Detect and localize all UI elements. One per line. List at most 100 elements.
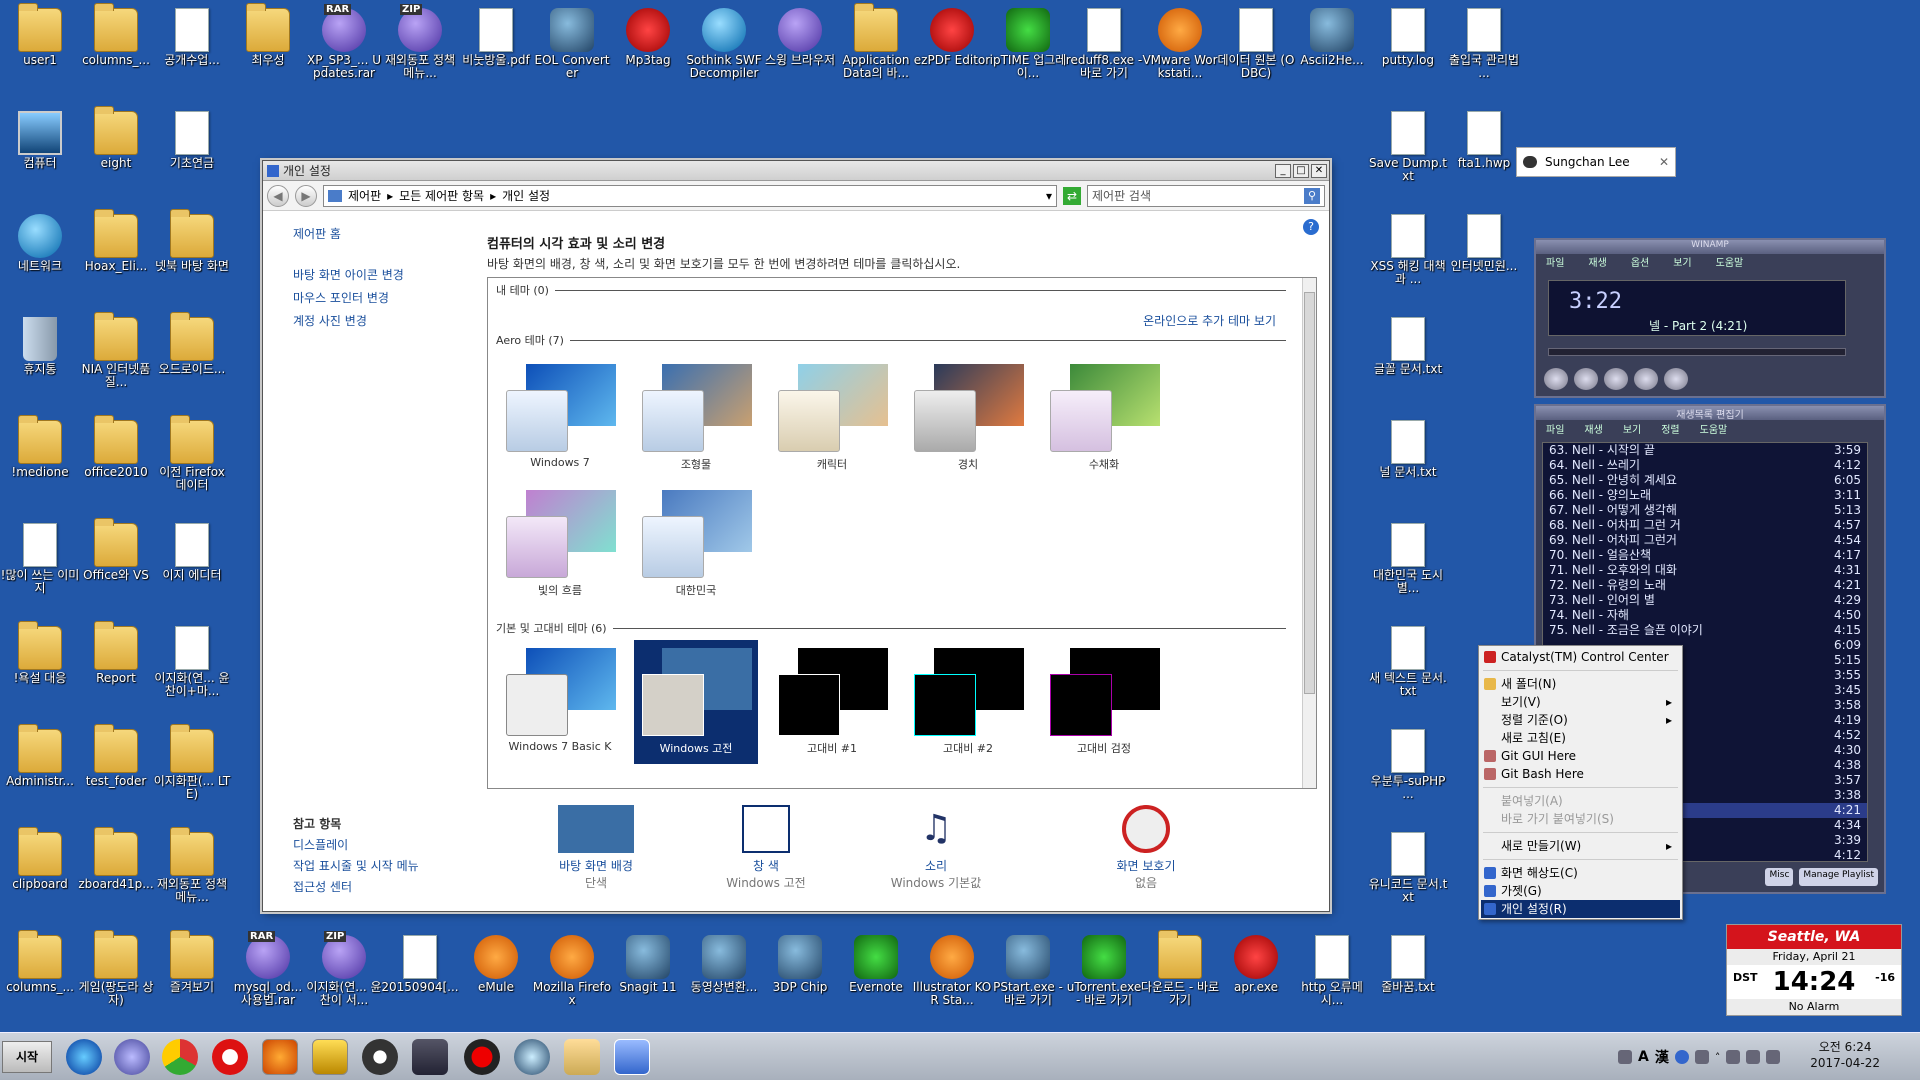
desktop-icon[interactable]: PStart.exe - 바로 가기 — [988, 927, 1068, 1027]
maximize-button[interactable]: □ — [1293, 163, 1309, 178]
desktop-icon[interactable]: 비눗방울.pdf — [456, 0, 536, 100]
desktop-icon[interactable]: !욕설 대응 — [0, 618, 80, 718]
desktop-icon[interactable]: 이지화판(... LTE) — [152, 721, 232, 821]
network-tray-icon[interactable] — [1618, 1050, 1632, 1064]
see-also-display[interactable]: 디스플레이 — [293, 836, 463, 853]
manage-playlist-button[interactable]: Manage Playlist — [1799, 868, 1878, 886]
pause-icon[interactable] — [1604, 368, 1628, 390]
sidebar-link-mouse-pointer[interactable]: 마우스 포인터 변경 — [293, 289, 453, 306]
playlist-menu-item[interactable]: 정렬 — [1661, 421, 1679, 436]
ime-hanja[interactable]: 漢 — [1655, 1047, 1669, 1067]
theme-windows7-basic[interactable]: Windows 7 Basic K — [498, 644, 622, 756]
playlist-row[interactable]: 66. Nell - 양의노래 3:11 — [1543, 488, 1867, 503]
playlist-menu-item[interactable]: 파일 — [1546, 421, 1564, 436]
opera-icon[interactable] — [212, 1039, 248, 1075]
desktop-icon[interactable]: 기초연금 — [152, 103, 232, 203]
theme-windows-classic[interactable]: Windows 고전 — [634, 640, 758, 764]
desktop-icon[interactable]: NIA 인터넷품질... — [76, 309, 156, 409]
desktop-icon[interactable]: 재외동포 정책 메뉴... — [380, 0, 460, 100]
desktop-icon[interactable]: 이지 에디터 — [152, 515, 232, 615]
desktop-icon[interactable]: 3DP Chip — [760, 927, 840, 1027]
chrome-icon[interactable] — [162, 1039, 198, 1075]
control-panel-home-link[interactable]: 제어판 홈 — [293, 225, 453, 242]
theme-architecture[interactable]: 조형물 — [634, 360, 758, 472]
desktop-icon[interactable]: Evernote — [836, 927, 916, 1027]
desktop-icon[interactable]: 데이터 원본 (ODBC) — [1216, 0, 1296, 100]
desktop-icon[interactable]: 오드로이드... — [152, 309, 232, 409]
ime-language[interactable]: A — [1638, 1049, 1649, 1065]
desktop-icon[interactable]: eMule — [456, 927, 536, 1027]
misc-button[interactable]: Misc — [1765, 868, 1794, 886]
tray-icon[interactable] — [1746, 1050, 1761, 1064]
desktop-icon[interactable]: Application Data의 바... — [836, 0, 916, 100]
desktop-icon[interactable]: columns_... — [76, 0, 156, 100]
playlist-row[interactable]: 71. Nell - 오후와의 대화 4:31 — [1543, 563, 1867, 578]
desktop-icon[interactable]: Mp3tag — [608, 0, 688, 100]
playlist-row[interactable]: 73. Nell - 인어의 별 4:29 — [1543, 593, 1867, 608]
theme-characters[interactable]: 캐릭터 — [770, 360, 894, 472]
close-button[interactable]: ✕ — [1311, 163, 1327, 178]
stop-icon[interactable] — [1634, 368, 1658, 390]
desktop-icon[interactable]: zboard41p... — [76, 824, 156, 924]
desktop-icon[interactable]: 스윙 브라우저 — [760, 0, 840, 100]
help-icon[interactable]: ? — [1303, 219, 1319, 235]
sidebar-link-account-picture[interactable]: 계정 사진 변경 — [293, 312, 453, 329]
theme-high-contrast-2[interactable]: 고대비 #2 — [906, 644, 1030, 756]
desktop-icon[interactable]: ipTIME 업그레이... — [988, 0, 1068, 100]
desktop-icon[interactable]: !medione — [0, 412, 80, 512]
app-icon[interactable] — [412, 1039, 448, 1075]
sounds-button[interactable]: ♫ 소리 Windows 기본값 — [861, 805, 1011, 891]
tray-icon[interactable] — [1726, 1050, 1741, 1064]
chat-notification[interactable]: Sungchan Lee ✕ — [1516, 147, 1676, 177]
desktop-icon[interactable]: 유니코드 문서.txt — [1368, 824, 1448, 924]
online-themes-link[interactable]: 온라인으로 추가 테마 보기 — [1143, 312, 1276, 329]
control-panel-icon[interactable] — [614, 1039, 650, 1075]
desktop-icon[interactable]: 출입국 관리법 ... — [1444, 0, 1524, 100]
back-button[interactable]: ◀ — [267, 184, 289, 207]
minimize-button[interactable]: _ — [1275, 163, 1291, 178]
winamp-icon[interactable] — [312, 1039, 348, 1075]
desktop-icon[interactable]: 휴지통 — [0, 309, 80, 409]
address-bar[interactable]: 제어판 ▸ 모든 제어판 항목 ▸ 개인 설정 ▾ — [323, 184, 1057, 207]
desktop-icon[interactable]: Ascii2He... — [1292, 0, 1372, 100]
playlist-row[interactable]: 69. Nell - 어차피 그런거 4:54 — [1543, 533, 1867, 548]
desktop-icon[interactable]: 게임(팡도라 상자) — [76, 927, 156, 1027]
desktop-icon[interactable]: 널 문서.txt — [1368, 412, 1448, 512]
clock-gadget[interactable]: Seattle, WA Friday, April 21 DST 14:24 -… — [1726, 924, 1902, 1016]
desktop-icon[interactable]: 공개수업... — [152, 0, 232, 100]
desktop-icon[interactable]: XSS 해킹 대책과 ... — [1368, 206, 1448, 306]
screen-saver-button[interactable]: 화면 보호기 없음 — [1071, 805, 1221, 891]
explorer-icon[interactable] — [564, 1039, 600, 1075]
see-also-accessibility[interactable]: 접근성 센터 — [293, 878, 463, 895]
desktop-icon[interactable]: 줄바꿈.txt — [1368, 927, 1448, 1027]
firefox-icon[interactable] — [262, 1039, 298, 1075]
start-button[interactable]: 시작 — [2, 1041, 52, 1073]
desktop-icon[interactable]: 글꼴 문서.txt — [1368, 309, 1448, 409]
theme-watercolor[interactable]: 수채화 — [1042, 360, 1166, 472]
desktop-icon[interactable]: 넷북 바탕 화면 — [152, 206, 232, 306]
desktop-icon[interactable]: Mozilla Firefox — [532, 927, 612, 1027]
desktop-icon[interactable]: mysql_od... 사용법.rar — [228, 927, 308, 1027]
winamp-menu-item[interactable]: 재생 — [1588, 254, 1606, 269]
desktop-icon[interactable]: user1 — [0, 0, 80, 100]
context-menu-item[interactable]: 가젯(G) — [1481, 882, 1680, 900]
desktop-icon[interactable]: 우분투-suPHP ... — [1368, 721, 1448, 821]
breadcrumb-0[interactable]: 제어판 — [348, 187, 381, 204]
desktop-icon[interactable]: clipboard — [0, 824, 80, 924]
theme-korea[interactable]: 대한민국 — [634, 486, 758, 598]
playlist-menu-item[interactable]: 보기 — [1623, 421, 1641, 436]
desktop-icon[interactable]: 이지화(연... 윤찬이+마... — [152, 618, 232, 718]
next-icon[interactable] — [1664, 368, 1688, 390]
see-also-taskbar[interactable]: 작업 표시줄 및 시작 메뉴 — [293, 857, 463, 874]
playlist-row[interactable]: 75. Nell - 조금은 슬픈 이야기 4:15 — [1543, 623, 1867, 638]
desktop-icon[interactable]: uTorrent.exe - 바로 가기 — [1064, 927, 1144, 1027]
chevron-down-icon[interactable]: ▾ — [1046, 189, 1052, 203]
desktop-icon[interactable]: reduff8.exe - 바로 가기 — [1064, 0, 1144, 100]
close-icon[interactable]: ✕ — [1659, 155, 1669, 169]
desktop-background-button[interactable]: 바탕 화면 배경 단색 — [521, 805, 671, 891]
volume-icon[interactable] — [1766, 1050, 1781, 1064]
winamp-menu-item[interactable]: 도움말 — [1716, 254, 1744, 269]
desktop-icon[interactable]: columns_... — [0, 927, 80, 1027]
winamp-time[interactable]: 3:22 — [1569, 289, 1622, 314]
context-menu-item[interactable]: 화면 해상도(C) — [1481, 864, 1680, 882]
